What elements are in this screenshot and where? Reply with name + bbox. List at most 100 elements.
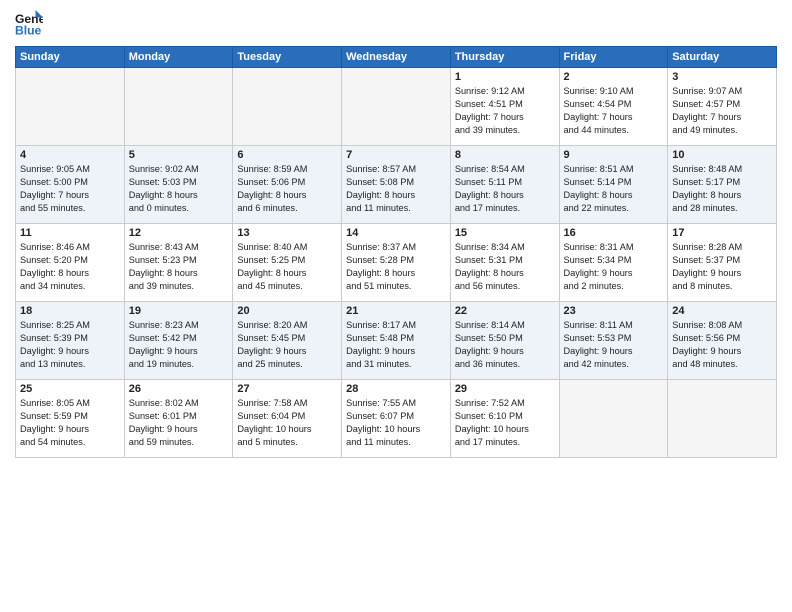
day-info: Sunrise: 9:02 AM Sunset: 5:03 PM Dayligh… xyxy=(129,163,229,215)
day-info: Sunrise: 9:07 AM Sunset: 4:57 PM Dayligh… xyxy=(672,85,772,137)
calendar-cell: 19 Sunrise: 8:23 AM Sunset: 5:42 PM Dayli… xyxy=(124,302,233,380)
logo-icon: General Blue xyxy=(15,10,43,38)
calendar-cell: 5 Sunrise: 9:02 AM Sunset: 5:03 PM Daylig… xyxy=(124,146,233,224)
day-number: 11 xyxy=(20,227,120,239)
day-info: Sunrise: 8:46 AM Sunset: 5:20 PM Dayligh… xyxy=(20,241,120,293)
calendar-cell: 22 Sunrise: 8:14 AM Sunset: 5:50 PM Dayli… xyxy=(450,302,559,380)
calendar-cell: 1 Sunrise: 9:12 AM Sunset: 4:51 PM Daylig… xyxy=(450,68,559,146)
calendar-cell: 15Sunrise: 8:34 AM Sunset: 5:31 PM Dayli… xyxy=(450,224,559,302)
day-info: Sunrise: 8:25 AM Sunset: 5:39 PM Dayligh… xyxy=(20,319,120,371)
calendar-cell: 20 Sunrise: 8:20 AM Sunset: 5:45 PM Dayli… xyxy=(233,302,342,380)
day-number: 19 xyxy=(129,305,229,317)
day-number: 6 xyxy=(237,149,337,161)
calendar-cell xyxy=(668,380,777,458)
day-info: Sunrise: 8:34 AM Sunset: 5:31 PM Dayligh… xyxy=(455,241,555,293)
day-number: 1 xyxy=(455,71,555,83)
day-number: 13 xyxy=(237,227,337,239)
day-info: Sunrise: 8:48 AM Sunset: 5:17 PM Dayligh… xyxy=(672,163,772,215)
day-info: Sunrise: 9:12 AM Sunset: 4:51 PM Dayligh… xyxy=(455,85,555,137)
day-info: Sunrise: 8:51 AM Sunset: 5:14 PM Dayligh… xyxy=(564,163,664,215)
svg-text:Blue: Blue xyxy=(15,23,42,37)
calendar-cell: 17Sunrise: 8:28 AM Sunset: 5:37 PM Dayli… xyxy=(668,224,777,302)
day-info: Sunrise: 8:17 AM Sunset: 5:48 PM Dayligh… xyxy=(346,319,446,371)
calendar-cell: 11 Sunrise: 8:46 AM Sunset: 5:20 PM Dayli… xyxy=(16,224,125,302)
calendar-week-3: 11 Sunrise: 8:46 AM Sunset: 5:20 PM Dayli… xyxy=(16,224,777,302)
calendar-cell xyxy=(559,380,668,458)
calendar-cell: 25 Sunrise: 8:05 AM Sunset: 5:59 PM Dayli… xyxy=(16,380,125,458)
day-info: Sunrise: 8:37 AM Sunset: 5:28 PM Dayligh… xyxy=(346,241,446,293)
day-info: Sunrise: 7:55 AM Sunset: 6:07 PM Dayligh… xyxy=(346,397,446,449)
day-info: Sunrise: 8:28 AM Sunset: 5:37 PM Dayligh… xyxy=(672,241,772,293)
calendar-cell: 8 Sunrise: 8:54 AM Sunset: 5:11 PM Daylig… xyxy=(450,146,559,224)
day-number: 4 xyxy=(20,149,120,161)
calendar-cell: 29 Sunrise: 7:52 AM Sunset: 6:10 PM Dayli… xyxy=(450,380,559,458)
weekday-header-monday: Monday xyxy=(124,47,233,68)
day-number: 3 xyxy=(672,71,772,83)
calendar-cell: 27 Sunrise: 7:58 AM Sunset: 6:04 PM Dayli… xyxy=(233,380,342,458)
calendar-cell xyxy=(124,68,233,146)
day-info: Sunrise: 7:52 AM Sunset: 6:10 PM Dayligh… xyxy=(455,397,555,449)
day-info: Sunrise: 8:40 AM Sunset: 5:25 PM Dayligh… xyxy=(237,241,337,293)
day-number: 14 xyxy=(346,227,446,239)
day-number: 27 xyxy=(237,383,337,395)
weekday-header-tuesday: Tuesday xyxy=(233,47,342,68)
day-number: 24 xyxy=(672,305,772,317)
calendar-cell: 6 Sunrise: 8:59 AM Sunset: 5:06 PM Daylig… xyxy=(233,146,342,224)
day-info: Sunrise: 8:31 AM Sunset: 5:34 PM Dayligh… xyxy=(564,241,664,293)
weekday-header-saturday: Saturday xyxy=(668,47,777,68)
day-number: 18 xyxy=(20,305,120,317)
day-info: Sunrise: 8:57 AM Sunset: 5:08 PM Dayligh… xyxy=(346,163,446,215)
calendar-cell: 24 Sunrise: 8:08 AM Sunset: 5:56 PM Dayli… xyxy=(668,302,777,380)
calendar-cell xyxy=(233,68,342,146)
calendar-cell: 4 Sunrise: 9:05 AM Sunset: 5:00 PM Daylig… xyxy=(16,146,125,224)
calendar-cell: 10 Sunrise: 8:48 AM Sunset: 5:17 PM Dayli… xyxy=(668,146,777,224)
day-number: 12 xyxy=(129,227,229,239)
calendar-cell: 16 Sunrise: 8:31 AM Sunset: 5:34 PM Dayli… xyxy=(559,224,668,302)
calendar-cell: 18 Sunrise: 8:25 AM Sunset: 5:39 PM Dayli… xyxy=(16,302,125,380)
weekday-header-sunday: Sunday xyxy=(16,47,125,68)
calendar-cell: 12 Sunrise: 8:43 AM Sunset: 5:23 PM Dayli… xyxy=(124,224,233,302)
day-info: Sunrise: 8:59 AM Sunset: 5:06 PM Dayligh… xyxy=(237,163,337,215)
day-info: Sunrise: 9:10 AM Sunset: 4:54 PM Dayligh… xyxy=(564,85,664,137)
calendar-cell: 13 Sunrise: 8:40 AM Sunset: 5:25 PM Dayli… xyxy=(233,224,342,302)
calendar-cell: 28 Sunrise: 7:55 AM Sunset: 6:07 PM Dayli… xyxy=(342,380,451,458)
day-number: 25 xyxy=(20,383,120,395)
weekday-header-wednesday: Wednesday xyxy=(342,47,451,68)
day-info: Sunrise: 8:54 AM Sunset: 5:11 PM Dayligh… xyxy=(455,163,555,215)
day-number: 8 xyxy=(455,149,555,161)
calendar-cell: 26Sunrise: 8:02 AM Sunset: 6:01 PM Dayli… xyxy=(124,380,233,458)
day-number: 9 xyxy=(564,149,664,161)
calendar-cell: 7 Sunrise: 8:57 AM Sunset: 5:08 PM Daylig… xyxy=(342,146,451,224)
logo: General Blue xyxy=(15,10,43,38)
day-number: 22 xyxy=(455,305,555,317)
day-number: 16 xyxy=(564,227,664,239)
day-number: 28 xyxy=(346,383,446,395)
day-info: Sunrise: 7:58 AM Sunset: 6:04 PM Dayligh… xyxy=(237,397,337,449)
calendar-cell: 23 Sunrise: 8:11 AM Sunset: 5:53 PM Dayli… xyxy=(559,302,668,380)
calendar-cell: 3 Sunrise: 9:07 AM Sunset: 4:57 PM Daylig… xyxy=(668,68,777,146)
day-number: 7 xyxy=(346,149,446,161)
day-info: Sunrise: 8:23 AM Sunset: 5:42 PM Dayligh… xyxy=(129,319,229,371)
day-number: 21 xyxy=(346,305,446,317)
day-number: 23 xyxy=(564,305,664,317)
calendar-cell: 2 Sunrise: 9:10 AM Sunset: 4:54 PM Daylig… xyxy=(559,68,668,146)
day-info: Sunrise: 8:05 AM Sunset: 5:59 PM Dayligh… xyxy=(20,397,120,449)
calendar-week-1: 1 Sunrise: 9:12 AM Sunset: 4:51 PM Daylig… xyxy=(16,68,777,146)
day-info: Sunrise: 8:43 AM Sunset: 5:23 PM Dayligh… xyxy=(129,241,229,293)
calendar-week-4: 18 Sunrise: 8:25 AM Sunset: 5:39 PM Dayli… xyxy=(16,302,777,380)
day-number: 2 xyxy=(564,71,664,83)
day-info: Sunrise: 8:14 AM Sunset: 5:50 PM Dayligh… xyxy=(455,319,555,371)
day-number: 20 xyxy=(237,305,337,317)
day-info: Sunrise: 9:05 AM Sunset: 5:00 PM Dayligh… xyxy=(20,163,120,215)
day-number: 26 xyxy=(129,383,229,395)
page-header: General Blue xyxy=(15,10,777,38)
day-number: 29 xyxy=(455,383,555,395)
weekday-header-thursday: Thursday xyxy=(450,47,559,68)
day-info: Sunrise: 8:11 AM Sunset: 5:53 PM Dayligh… xyxy=(564,319,664,371)
day-number: 10 xyxy=(672,149,772,161)
calendar-table: SundayMondayTuesdayWednesdayThursdayFrid… xyxy=(15,46,777,458)
day-info: Sunrise: 8:08 AM Sunset: 5:56 PM Dayligh… xyxy=(672,319,772,371)
day-number: 5 xyxy=(129,149,229,161)
calendar-cell: 21 Sunrise: 8:17 AM Sunset: 5:48 PM Dayli… xyxy=(342,302,451,380)
day-info: Sunrise: 8:20 AM Sunset: 5:45 PM Dayligh… xyxy=(237,319,337,371)
